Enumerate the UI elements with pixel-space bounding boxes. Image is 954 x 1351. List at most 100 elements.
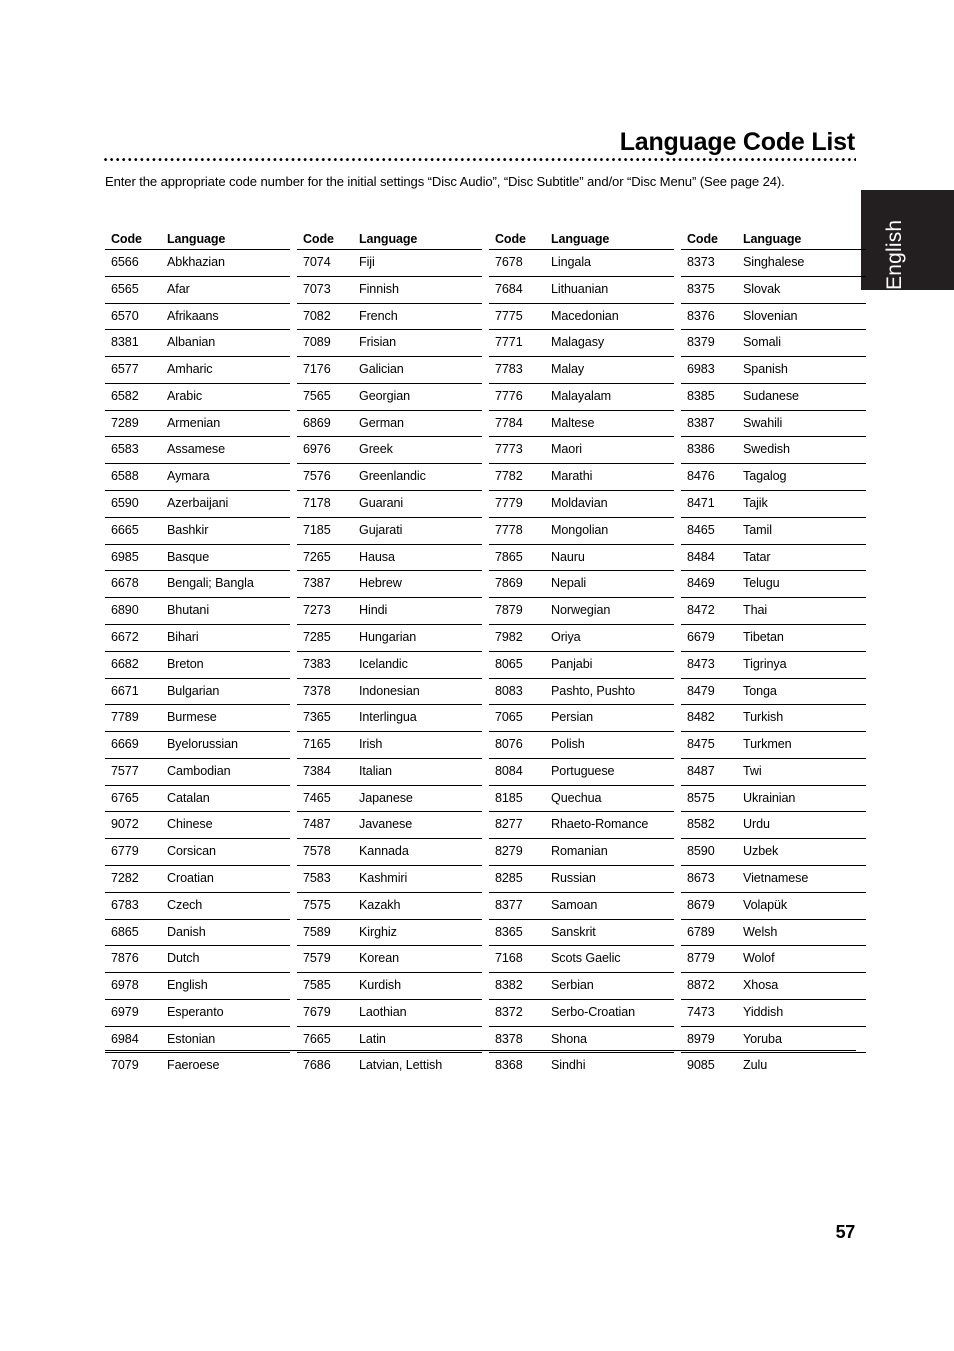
cell-language: Kazakh (355, 892, 482, 920)
table-row: 8386 Swedish (681, 436, 866, 465)
header-code: Code (489, 229, 547, 250)
table-row: 7775 Macedonian (489, 303, 674, 331)
header-code: Code (681, 229, 739, 250)
table-row: 7778 Mongolian (489, 517, 674, 545)
cell-language: Croatian (163, 865, 290, 893)
cell-language: Korean (355, 945, 482, 974)
cell-code: 8979 (681, 1026, 739, 1054)
table-row: 6679 Tibetan (681, 624, 866, 652)
cell-code: 8590 (681, 838, 739, 866)
cell-code: 6583 (105, 436, 163, 465)
table-row: 6789 Welsh (681, 919, 866, 947)
cell-language: Assamese (163, 436, 290, 465)
table-row: 8779 Wolof (681, 945, 866, 974)
cell-language: Greek (355, 436, 482, 465)
table-header-row: Code Language (297, 229, 482, 250)
cell-code: 6566 (105, 249, 163, 277)
cell-language: Interlingua (355, 704, 482, 733)
table-row: 7665 Latin (297, 1026, 482, 1054)
cell-code: 8377 (489, 892, 547, 920)
cell-code: 6590 (105, 490, 163, 518)
table-row: 8279 Romanian (489, 838, 674, 866)
table-row: 8479 Tonga (681, 678, 866, 706)
table-row: 8872 Xhosa (681, 972, 866, 1000)
cell-code: 7273 (297, 597, 355, 625)
table-row: 8582 Urdu (681, 811, 866, 840)
cell-language: Nauru (547, 544, 674, 572)
table-row: 6978 English (105, 972, 290, 1000)
table-row: 7185 Gujarati (297, 517, 482, 545)
cell-code: 7578 (297, 838, 355, 866)
cell-code: 6783 (105, 892, 163, 920)
code-column-1: Code Language 6566 Abkhazian 6565 Afar 6570 Afr… (105, 229, 290, 1079)
table-row: 6669 Byelorussian (105, 731, 290, 759)
cell-code: 7783 (489, 356, 547, 384)
cell-language: Ukrainian (739, 785, 866, 813)
cell-code: 6678 (105, 570, 163, 599)
cell-code: 8083 (489, 678, 547, 706)
cell-language: Maori (547, 436, 674, 465)
cell-code: 7384 (297, 758, 355, 786)
cell-language: Maltese (547, 410, 674, 438)
cell-code: 7577 (105, 758, 163, 786)
cell-language: Aymara (163, 463, 290, 492)
table-row: 8372 Serbo-Croatian (489, 999, 674, 1027)
cell-language: Greenlandic (355, 463, 482, 492)
cell-language: Tibetan (739, 624, 866, 652)
table-row: 8376 Slovenian (681, 303, 866, 331)
table-row: 8387 Swahili (681, 410, 866, 438)
cell-code: 7289 (105, 410, 163, 438)
header-language: Language (547, 229, 674, 250)
table-row: 8375 Slovak (681, 276, 866, 304)
cell-code: 8779 (681, 945, 739, 974)
table-row: 7387 Hebrew (297, 570, 482, 599)
cell-code: 8475 (681, 731, 739, 759)
cell-language: Kurdish (355, 972, 482, 1000)
cell-code: 8365 (489, 919, 547, 947)
table-row: 6682 Breton (105, 651, 290, 679)
cell-code: 7784 (489, 410, 547, 438)
cell-language: Tigrinya (739, 651, 866, 679)
cell-code: 8382 (489, 972, 547, 1000)
table-row: 6671 Bulgarian (105, 678, 290, 706)
table-row: 6783 Czech (105, 892, 290, 920)
table-row: 6590 Azerbaijani (105, 490, 290, 518)
cell-code: 8575 (681, 785, 739, 813)
cell-language: Kashmiri (355, 865, 482, 893)
cell-language: Amharic (163, 356, 290, 384)
cell-language: Armenian (163, 410, 290, 438)
cell-code: 7365 (297, 704, 355, 733)
table-row: 8471 Tajik (681, 490, 866, 518)
table-row: 7583 Kashmiri (297, 865, 482, 893)
cell-code: 7576 (297, 463, 355, 492)
table-row: 7473 Yiddish (681, 999, 866, 1027)
table-row: 6577 Amharic (105, 356, 290, 384)
table-row: 7178 Guarani (297, 490, 482, 518)
table-row: 7079 Faeroese (105, 1053, 290, 1079)
cell-language: Panjabi (547, 651, 674, 679)
cell-language: Guarani (355, 490, 482, 518)
cell-code: 8484 (681, 544, 739, 572)
table-row: 6984 Estonian (105, 1026, 290, 1054)
cell-language: Abkhazian (163, 249, 290, 277)
document-page: English Language Code List Enter the app… (0, 0, 954, 1351)
table-row: 8378 Shona (489, 1026, 674, 1054)
cell-code: 7876 (105, 945, 163, 974)
table-row: 7869 Nepali (489, 570, 674, 599)
cell-language: Uzbek (739, 838, 866, 866)
intro-paragraph: Enter the appropriate code number for th… (105, 174, 785, 189)
table-row: 7074 Fiji (297, 249, 482, 277)
cell-language: Macedonian (547, 303, 674, 331)
cell-code: 7178 (297, 490, 355, 518)
cell-language: Frisian (355, 329, 482, 358)
cell-language: Azerbaijani (163, 490, 290, 518)
cell-language: Indonesian (355, 678, 482, 706)
cell-code: 7465 (297, 785, 355, 813)
cell-code: 6672 (105, 624, 163, 652)
cell-language: Mongolian (547, 517, 674, 545)
cell-language: Moldavian (547, 490, 674, 518)
cell-language: Telugu (739, 570, 866, 599)
cell-code: 8379 (681, 329, 739, 358)
cell-code: 8471 (681, 490, 739, 518)
table-row: 8590 Uzbek (681, 838, 866, 866)
